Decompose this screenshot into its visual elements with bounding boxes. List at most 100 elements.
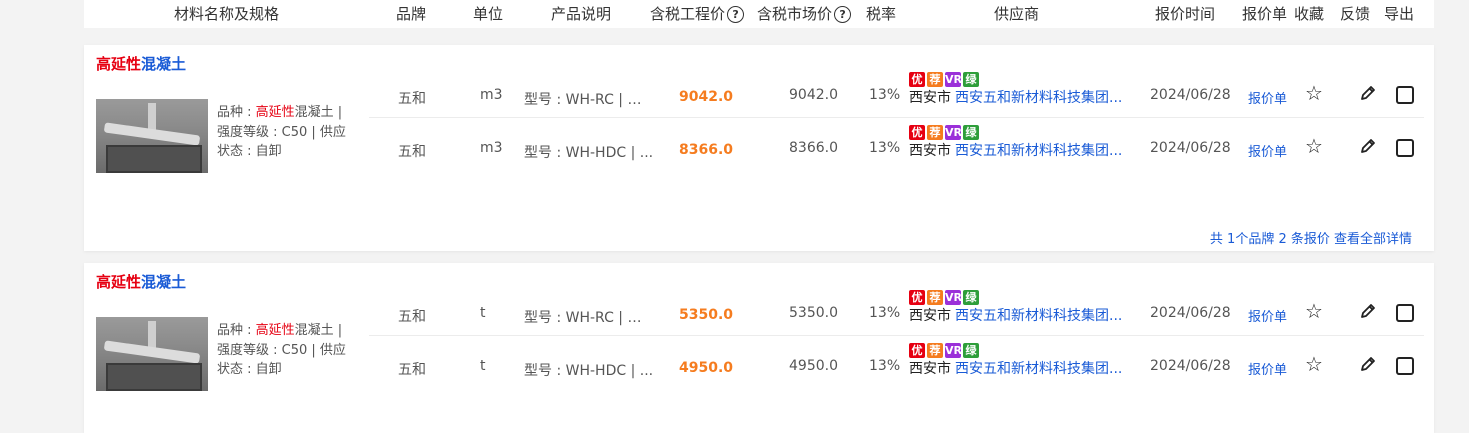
supplier-link[interactable]: 西安五和新材料科技集团... xyxy=(955,308,1122,324)
title-rest: 混凝土 xyxy=(141,55,187,73)
material-thumbnail[interactable] xyxy=(96,99,208,173)
cell-eng-price: 8366.0 xyxy=(679,142,734,158)
header-eng-price-label: 含税工程价 xyxy=(650,5,726,23)
help-icon[interactable]: ? xyxy=(727,6,745,23)
supplier-tag-lv: 绿 xyxy=(963,343,979,358)
table-row: 五和 t 型号 : WH-RC | 用... 5350.0 5350.0 13%… xyxy=(369,285,1424,336)
header-material: 材料名称及规格 xyxy=(174,5,280,23)
quote-sheet-link[interactable]: 报价单 xyxy=(1248,88,1287,107)
supplier-tag-vr: VR xyxy=(945,125,962,140)
supplier-tag-cun: 荐 xyxy=(927,125,943,140)
supplier-tags: 优荐 VR 绿 xyxy=(909,343,981,358)
desc-kind-rest: 混凝土 | xyxy=(294,323,343,338)
desc-kind-rest: 混凝土 | xyxy=(294,105,343,120)
supplier-tag-vr: VR xyxy=(945,72,962,87)
cell-unit: m3 xyxy=(480,87,503,103)
star-icon[interactable]: ☆ xyxy=(1305,83,1323,103)
cell-brand: 五和 xyxy=(398,309,426,325)
pencil-icon[interactable] xyxy=(1359,355,1377,373)
help-icon[interactable]: ? xyxy=(834,6,852,23)
material-title[interactable]: 高延性混凝土 xyxy=(96,53,186,74)
export-checkbox[interactable] xyxy=(1396,357,1414,375)
supplier-tag-you: 优 xyxy=(909,343,925,358)
cell-supplier: 西安市 西安五和新材料科技集团... xyxy=(909,140,1122,160)
desc-grade: 强度等级 : C50 | 供应 xyxy=(217,124,346,140)
header-unit: 单位 xyxy=(473,5,504,23)
cell-supplier: 西安市 西安五和新材料科技集团... xyxy=(909,87,1122,107)
header-tax: 税率 xyxy=(866,5,897,23)
cell-brand: 五和 xyxy=(398,362,426,378)
table-row: 五和 m3 型号 : WH-HDC | ... 8366.0 8366.0 13… xyxy=(369,120,1424,170)
title-rest: 混凝土 xyxy=(141,273,187,291)
quote-sheet-link[interactable]: 报价单 xyxy=(1248,359,1287,378)
cell-tax: 13% xyxy=(869,358,901,374)
header-mkt-price-label: 含税市场价 xyxy=(757,5,833,23)
cell-tax: 13% xyxy=(869,140,901,156)
header-supplier: 供应商 xyxy=(994,5,1040,23)
supplier-tag-vr: VR xyxy=(945,343,962,358)
cell-brand: 五和 xyxy=(398,91,426,107)
header-mkt-price: 含税市场价? xyxy=(757,3,852,24)
supplier-tag-lv: 绿 xyxy=(963,125,979,140)
table-row: 五和 t 型号 : WH-HDC | ... 4950.0 4950.0 13%… xyxy=(369,338,1424,388)
header-product-desc: 产品说明 xyxy=(551,5,612,23)
pencil-icon[interactable] xyxy=(1359,302,1377,320)
quote-sheet-link[interactable]: 报价单 xyxy=(1248,306,1287,325)
thumb-base xyxy=(106,363,202,391)
material-title[interactable]: 高延性混凝土 xyxy=(96,271,186,292)
cell-eng-price: 5350.0 xyxy=(679,307,734,323)
title-highlight: 高延性 xyxy=(96,55,142,73)
star-icon[interactable]: ☆ xyxy=(1305,136,1323,156)
supplier-tags: 优荐 VR 绿 xyxy=(909,72,981,87)
export-checkbox[interactable] xyxy=(1396,86,1414,104)
supplier-link[interactable]: 西安五和新材料科技集团... xyxy=(955,90,1122,106)
pencil-icon[interactable] xyxy=(1359,137,1377,155)
supplier-link[interactable]: 西安五和新材料科技集团... xyxy=(955,361,1122,377)
supplier-tags: 优荐 VR 绿 xyxy=(909,290,981,305)
supplier-tag-you: 优 xyxy=(909,125,925,140)
export-checkbox[interactable] xyxy=(1396,139,1414,157)
cell-unit: m3 xyxy=(480,140,503,156)
header-export: 导出 xyxy=(1384,5,1415,23)
cell-supplier: 西安市 西安五和新材料科技集团... xyxy=(909,305,1122,325)
supplier-tag-cun: 荐 xyxy=(927,72,943,87)
header-feedback: 反馈 xyxy=(1340,5,1371,23)
supplier-city: 西安市 xyxy=(909,143,951,159)
cell-supplier: 西安市 西安五和新材料科技集团... xyxy=(909,358,1122,378)
cell-unit: t xyxy=(480,358,486,374)
desc-kind-label: 品种 : xyxy=(217,105,256,120)
desc-state: 状态 : 自卸 xyxy=(217,362,282,377)
cell-mkt-price: 9042.0 xyxy=(789,87,838,103)
export-checkbox[interactable] xyxy=(1396,304,1414,322)
cell-product-desc[interactable]: 型号 : WH-RC | 用... xyxy=(524,89,654,109)
supplier-city: 西安市 xyxy=(909,361,951,377)
cell-product-desc[interactable]: 型号 : WH-RC | 用... xyxy=(524,307,654,327)
supplier-tag-cun: 荐 xyxy=(927,290,943,305)
cell-quote-date: 2024/06/28 xyxy=(1150,305,1231,321)
cell-mkt-price: 4950.0 xyxy=(789,358,838,374)
material-thumbnail[interactable] xyxy=(96,317,208,391)
header-eng-price: 含税工程价? xyxy=(650,3,745,24)
supplier-city: 西安市 xyxy=(909,308,951,324)
view-all-link[interactable]: 共 1个品牌 2 条报价 查看全部详情 xyxy=(1210,228,1412,247)
cell-product-desc[interactable]: 型号 : WH-HDC | ... xyxy=(524,360,654,380)
quote-sheet-link[interactable]: 报价单 xyxy=(1248,141,1287,160)
supplier-tag-cun: 荐 xyxy=(927,343,943,358)
supplier-tag-you: 优 xyxy=(909,290,925,305)
table-header: 材料名称及规格 品牌 单位 产品说明 含税工程价? 含税市场价? 税率 供应商 … xyxy=(84,0,1434,28)
cell-eng-price: 9042.0 xyxy=(679,89,734,105)
supplier-city: 西安市 xyxy=(909,90,951,106)
star-icon[interactable]: ☆ xyxy=(1305,354,1323,374)
supplier-link[interactable]: 西安五和新材料科技集团... xyxy=(955,143,1122,159)
material-desc: 品种 : 高延性混凝土 | 强度等级 : C50 | 供应 状态 : 自卸 xyxy=(217,103,367,162)
pencil-icon[interactable] xyxy=(1359,84,1377,102)
cell-mkt-price: 8366.0 xyxy=(789,140,838,156)
material-card: 高延性混凝土 品种 : 高延性混凝土 | 强度等级 : C50 | 供应 状态 … xyxy=(84,45,1434,251)
desc-state: 状态 : 自卸 xyxy=(217,144,282,159)
star-icon[interactable]: ☆ xyxy=(1305,301,1323,321)
title-highlight: 高延性 xyxy=(96,273,142,291)
cell-product-desc[interactable]: 型号 : WH-HDC | ... xyxy=(524,142,654,162)
desc-kind-highlight: 高延性 xyxy=(255,323,295,338)
supplier-tag-you: 优 xyxy=(909,72,925,87)
desc-kind-highlight: 高延性 xyxy=(255,105,295,120)
